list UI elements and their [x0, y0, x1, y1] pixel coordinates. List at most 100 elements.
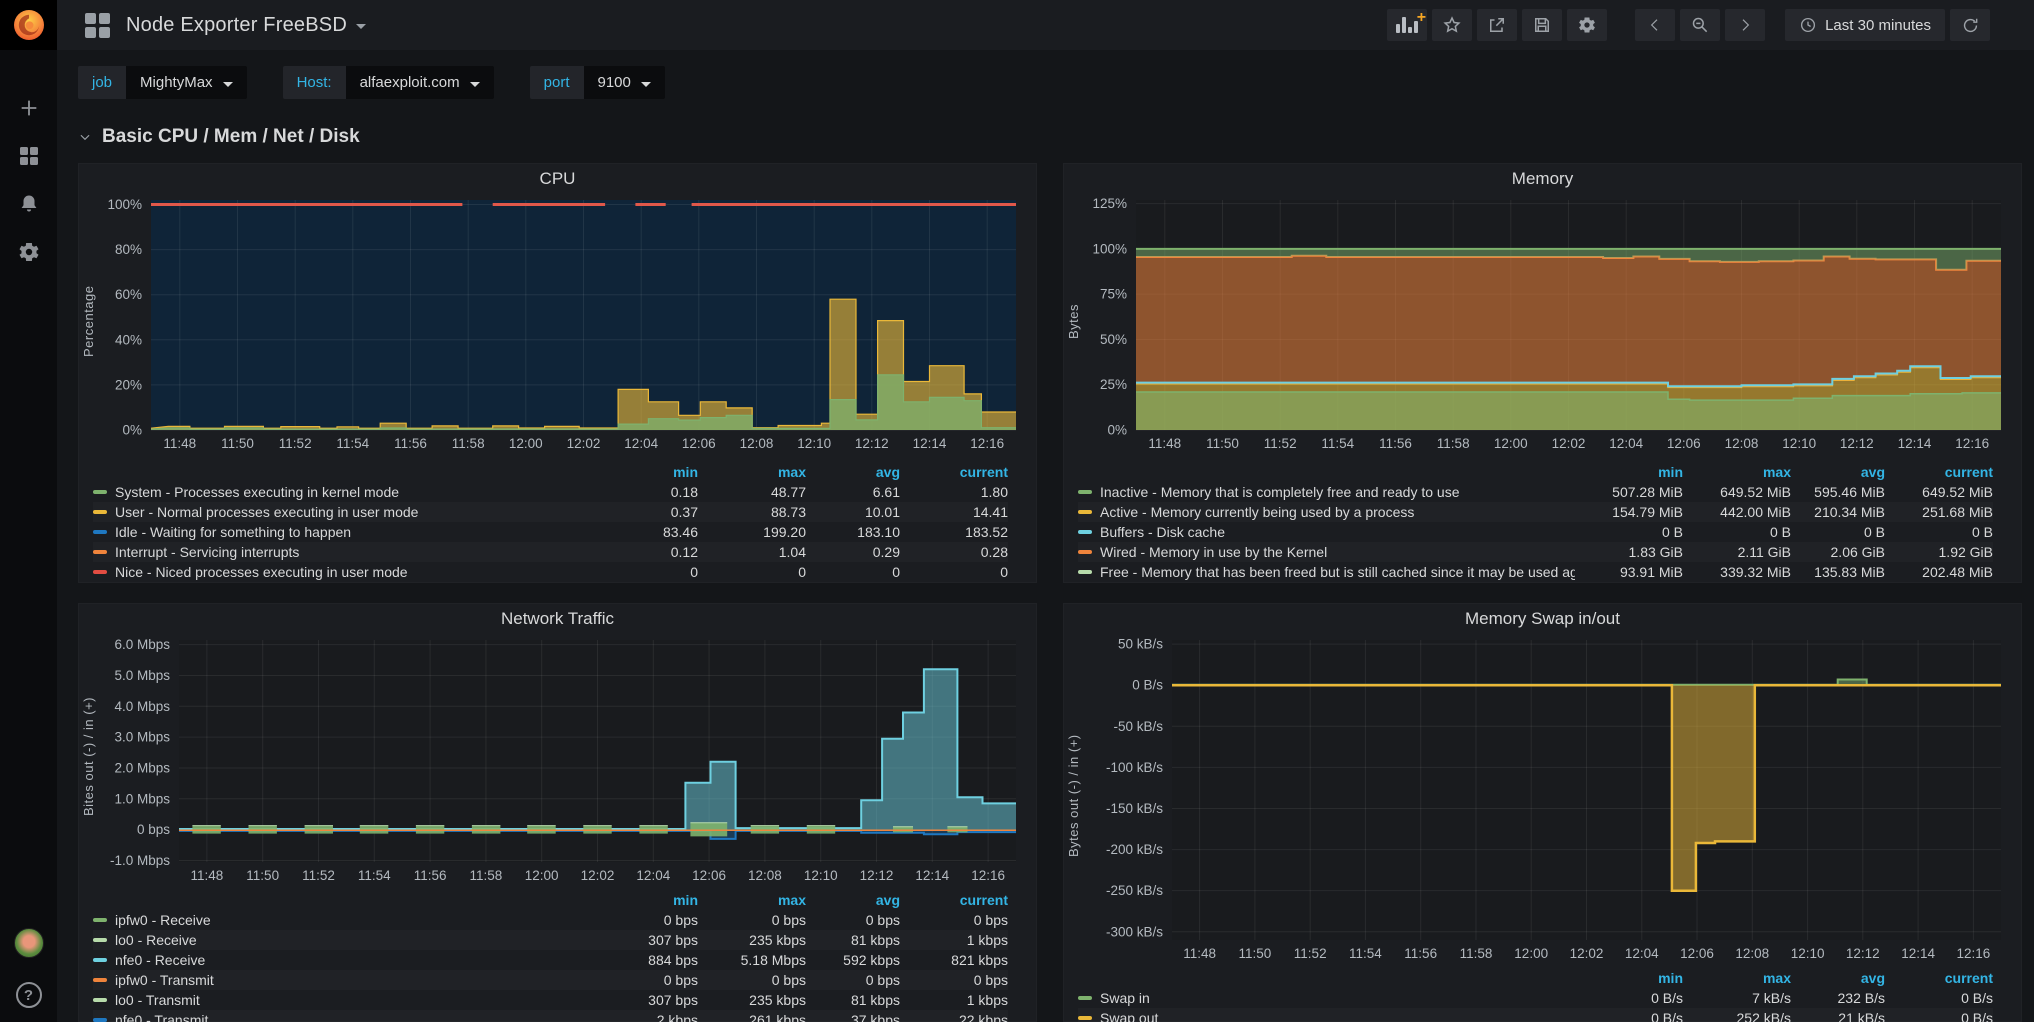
template-variables: job MightyMax Host: alfaexploit.com port… — [78, 66, 665, 99]
network-chart[interactable]: 6.0 Mbps5.0 Mbps4.0 Mbps3.0 Mbps2.0 Mbps… — [87, 632, 1030, 890]
magnifier-icon — [1690, 15, 1710, 35]
host-variable-value: alfaexploit.com — [360, 74, 460, 91]
x-tick-label: 12:06 — [1680, 946, 1714, 961]
dashboard-settings-button[interactable] — [1567, 9, 1607, 41]
x-tick-label: 11:54 — [358, 868, 391, 883]
alerting-bell-icon[interactable] — [16, 191, 42, 217]
host-variable-dropdown[interactable]: Host: alfaexploit.com — [283, 66, 494, 99]
legend-value-min: 154.79 MiB — [1575, 504, 1683, 520]
share-button[interactable] — [1477, 9, 1517, 41]
legend-series-name[interactable]: ipfw0 - Receive — [93, 912, 590, 928]
legend-value-min: 307 bps — [590, 932, 698, 948]
legend-header-max[interactable]: max — [1683, 464, 1791, 480]
help-icon[interactable]: ? — [16, 982, 42, 1008]
dashboards-icon[interactable] — [16, 143, 42, 169]
port-variable-dropdown[interactable]: port 9100 — [530, 66, 665, 99]
legend-series-name[interactable]: Nice - Niced processes executing in user… — [93, 564, 590, 580]
refresh-button[interactable] — [1950, 9, 1990, 41]
legend-value-max: 0 — [698, 564, 806, 580]
x-tick-label: 12:02 — [581, 868, 615, 883]
panel-title-network[interactable]: Network Traffic — [79, 604, 1036, 634]
legend-series-name[interactable]: Buffers - Disk cache — [1078, 524, 1575, 540]
series-label: nfe0 - Transmit — [115, 1012, 208, 1022]
y-tick-label: 50% — [1100, 332, 1127, 347]
legend-header-current[interactable]: current — [900, 464, 1008, 480]
save-button[interactable] — [1522, 9, 1562, 41]
grafana-logo-icon — [11, 7, 47, 43]
legend-header-current[interactable]: current — [900, 892, 1008, 908]
legend-header-min[interactable]: min — [590, 464, 698, 480]
legend-header: minmaxavgcurrent — [1078, 968, 1993, 988]
legend-header-min[interactable]: min — [590, 892, 698, 908]
legend-header-current[interactable]: current — [1885, 464, 1993, 480]
dashboard-title[interactable]: Node Exporter FreeBSD — [126, 14, 366, 37]
legend-series-name[interactable]: lo0 - Transmit — [93, 992, 590, 1008]
refresh-icon — [1961, 16, 1980, 35]
legend-header-max[interactable]: max — [698, 464, 806, 480]
legend-series-name[interactable]: Wired - Memory in use by the Kernel — [1078, 544, 1575, 560]
legend-header-max[interactable]: max — [1683, 970, 1791, 986]
row-basic-cpu-mem-net-disk[interactable]: Basic CPU / Mem / Net / Disk — [78, 126, 360, 148]
swap-chart[interactable]: 50 kB/s0 B/s-50 kB/s-100 kB/s-150 kB/s-2… — [1072, 632, 2015, 968]
legend-header-avg[interactable]: avg — [806, 464, 900, 480]
panel-memory: MemoryBytes0%25%50%75%100%125%11:4811:50… — [1063, 163, 2022, 583]
x-tick-label: 11:56 — [414, 868, 447, 883]
legend-series-name[interactable]: Active - Memory currently being used by … — [1078, 504, 1575, 520]
series-color-swatch — [93, 550, 107, 554]
job-variable-value: MightyMax — [140, 74, 213, 91]
create-plus-icon[interactable] — [16, 95, 42, 121]
legend-value-current: 0 bps — [900, 912, 1008, 928]
legend-value-avg: 0 B — [1791, 524, 1885, 540]
legend-value-current: 0 B/s — [1885, 990, 1993, 1006]
grafana-logo[interactable] — [0, 0, 57, 50]
cpu-chart[interactable]: 0%20%40%60%80%100%11:4811:5011:5211:5411… — [87, 192, 1030, 458]
legend-series-name[interactable]: Swap in — [1078, 990, 1575, 1006]
legend-header-avg[interactable]: avg — [1791, 970, 1885, 986]
legend-series-name[interactable]: Interrupt - Servicing interrupts — [93, 544, 590, 560]
legend-series-name[interactable]: User - Normal processes executing in use… — [93, 504, 590, 520]
x-tick-label: 12:12 — [860, 868, 894, 883]
legend-series-name[interactable]: Inactive - Memory that is completely fre… — [1078, 484, 1575, 500]
series-color-swatch — [93, 490, 107, 494]
zoom-out-button[interactable] — [1680, 9, 1720, 41]
legend-value-min: 884 bps — [590, 952, 698, 968]
series-color-swatch — [93, 530, 107, 534]
legend-series-name[interactable]: ipfw0 - Transmit — [93, 972, 590, 988]
legend-value-avg: 37 kbps — [806, 1012, 900, 1022]
job-variable-dropdown[interactable]: job MightyMax — [78, 66, 247, 99]
legend-series-name[interactable]: Swap out — [1078, 1010, 1575, 1022]
legend-value-max: 442.00 MiB — [1683, 504, 1791, 520]
legend-swap: minmaxavgcurrentSwap in0 B/s7 kB/s232 B/… — [1078, 968, 1993, 1022]
legend-series-name[interactable]: lo0 - Receive — [93, 932, 590, 948]
legend-header-min[interactable]: min — [1575, 970, 1683, 986]
legend-series-name[interactable]: Idle - Waiting for something to happen — [93, 524, 590, 540]
add-panel-button[interactable]: + — [1387, 9, 1427, 41]
legend-value-current: 22 kbps — [900, 1012, 1008, 1022]
legend-header-avg[interactable]: avg — [1791, 464, 1885, 480]
legend-header-max[interactable]: max — [698, 892, 806, 908]
panel-title-memory[interactable]: Memory — [1064, 164, 2021, 194]
panel-title-cpu[interactable]: CPU — [79, 164, 1036, 194]
legend-header-min[interactable]: min — [1575, 464, 1683, 480]
legend-series-name[interactable]: nfe0 - Transmit — [93, 1012, 590, 1022]
legend-header-current[interactable]: current — [1885, 970, 1993, 986]
memory-chart[interactable]: 0%25%50%75%100%125%11:4811:5011:5211:541… — [1072, 192, 2015, 458]
legend-series-name[interactable]: System - Processes executing in kernel m… — [93, 484, 590, 500]
panel-title-swap[interactable]: Memory Swap in/out — [1064, 604, 2021, 634]
legend-row: Idle - Waiting for something to happen83… — [93, 522, 1008, 542]
configuration-gear-icon[interactable] — [16, 239, 42, 265]
time-range-picker[interactable]: Last 30 minutes — [1785, 9, 1945, 41]
x-tick-label: 12:08 — [740, 436, 774, 451]
legend-row: nfe0 - Transmit2 kbps261 kbps37 kbps22 k… — [93, 1010, 1008, 1022]
time-back-button[interactable] — [1635, 9, 1675, 41]
user-avatar[interactable] — [14, 928, 44, 958]
time-forward-button[interactable] — [1725, 9, 1765, 41]
legend-value-max: 235 kbps — [698, 932, 806, 948]
star-button[interactable] — [1432, 9, 1472, 41]
chevron-down-icon — [356, 24, 366, 29]
legend-header-avg[interactable]: avg — [806, 892, 900, 908]
legend-series-name[interactable]: Free - Memory that has been freed but is… — [1078, 564, 1575, 580]
legend-series-name[interactable]: nfe0 - Receive — [93, 952, 590, 968]
series-label: Wired - Memory in use by the Kernel — [1100, 544, 1327, 560]
chevron-down-icon — [223, 82, 233, 87]
